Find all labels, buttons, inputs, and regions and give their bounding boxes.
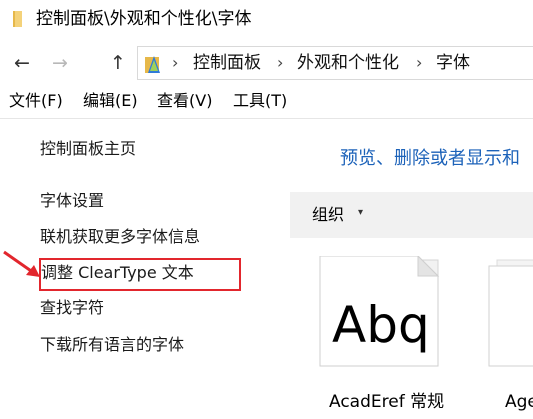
menu-view[interactable]: 查看(V)	[157, 91, 212, 111]
up-arrow-icon[interactable]: ↑	[110, 53, 126, 73]
window-title: 控制面板\外观和个性化\字体	[36, 9, 252, 29]
font-tile-acaderef[interactable]: Abq	[318, 256, 442, 370]
address-bar[interactable]: › 控制面板 › 外观和个性化 › 字体	[137, 46, 533, 80]
breadcrumb-appearance[interactable]: 外观和个性化	[297, 53, 399, 73]
sidebar-download-fonts-link[interactable]: 下载所有语言的字体	[40, 335, 184, 355]
menu-tools[interactable]: 工具(T)	[233, 91, 287, 111]
menu-file[interactable]: 文件(F)	[9, 91, 63, 111]
font-tile-second[interactable]	[483, 256, 533, 370]
chevron-down-icon[interactable]: ▾	[358, 207, 363, 218]
forward-arrow-icon[interactable]: →	[52, 53, 68, 73]
breadcrumb-fonts[interactable]: 字体	[436, 53, 470, 73]
menu-bar: 文件(F) 编辑(E) 查看(V) 工具(T)	[0, 89, 533, 113]
organize-button[interactable]: 组织	[312, 205, 344, 225]
sidebar-online-font-info-link[interactable]: 联机获取更多字体信息	[40, 227, 200, 247]
sidebar-find-character-link[interactable]: 查找字符	[40, 298, 104, 318]
breadcrumb-control-panel[interactable]: 控制面板	[193, 53, 261, 73]
address-bar-row: ← → ↑ › 控制面板 › 外观和个性化 › 字体	[0, 46, 533, 80]
command-toolbar: 组织 ▾	[290, 192, 533, 238]
breadcrumb-separator-icon[interactable]: ›	[416, 53, 422, 73]
menu-divider	[0, 118, 533, 119]
breadcrumb-separator-icon[interactable]: ›	[277, 53, 283, 73]
page-heading: 预览、删除或者显示和	[340, 148, 520, 169]
sidebar-home-link[interactable]: 控制面板主页	[40, 139, 136, 159]
back-arrow-icon[interactable]: ←	[14, 53, 30, 73]
red-arrow-icon	[3, 250, 40, 277]
font-name-label: Age	[505, 392, 533, 412]
font-name-label: AcadEref 常规	[329, 392, 445, 412]
menu-edit[interactable]: 编辑(E)	[83, 91, 138, 111]
sidebar-font-settings-link[interactable]: 字体设置	[40, 191, 104, 211]
title-bar: 控制面板\外观和个性化\字体	[0, 0, 533, 38]
breadcrumb-separator-icon: ›	[172, 53, 179, 72]
folder-icon	[9, 9, 29, 33]
highlight-box	[39, 258, 241, 291]
control-panel-icon	[144, 53, 164, 79]
font-preview-text: Abq	[332, 296, 430, 354]
